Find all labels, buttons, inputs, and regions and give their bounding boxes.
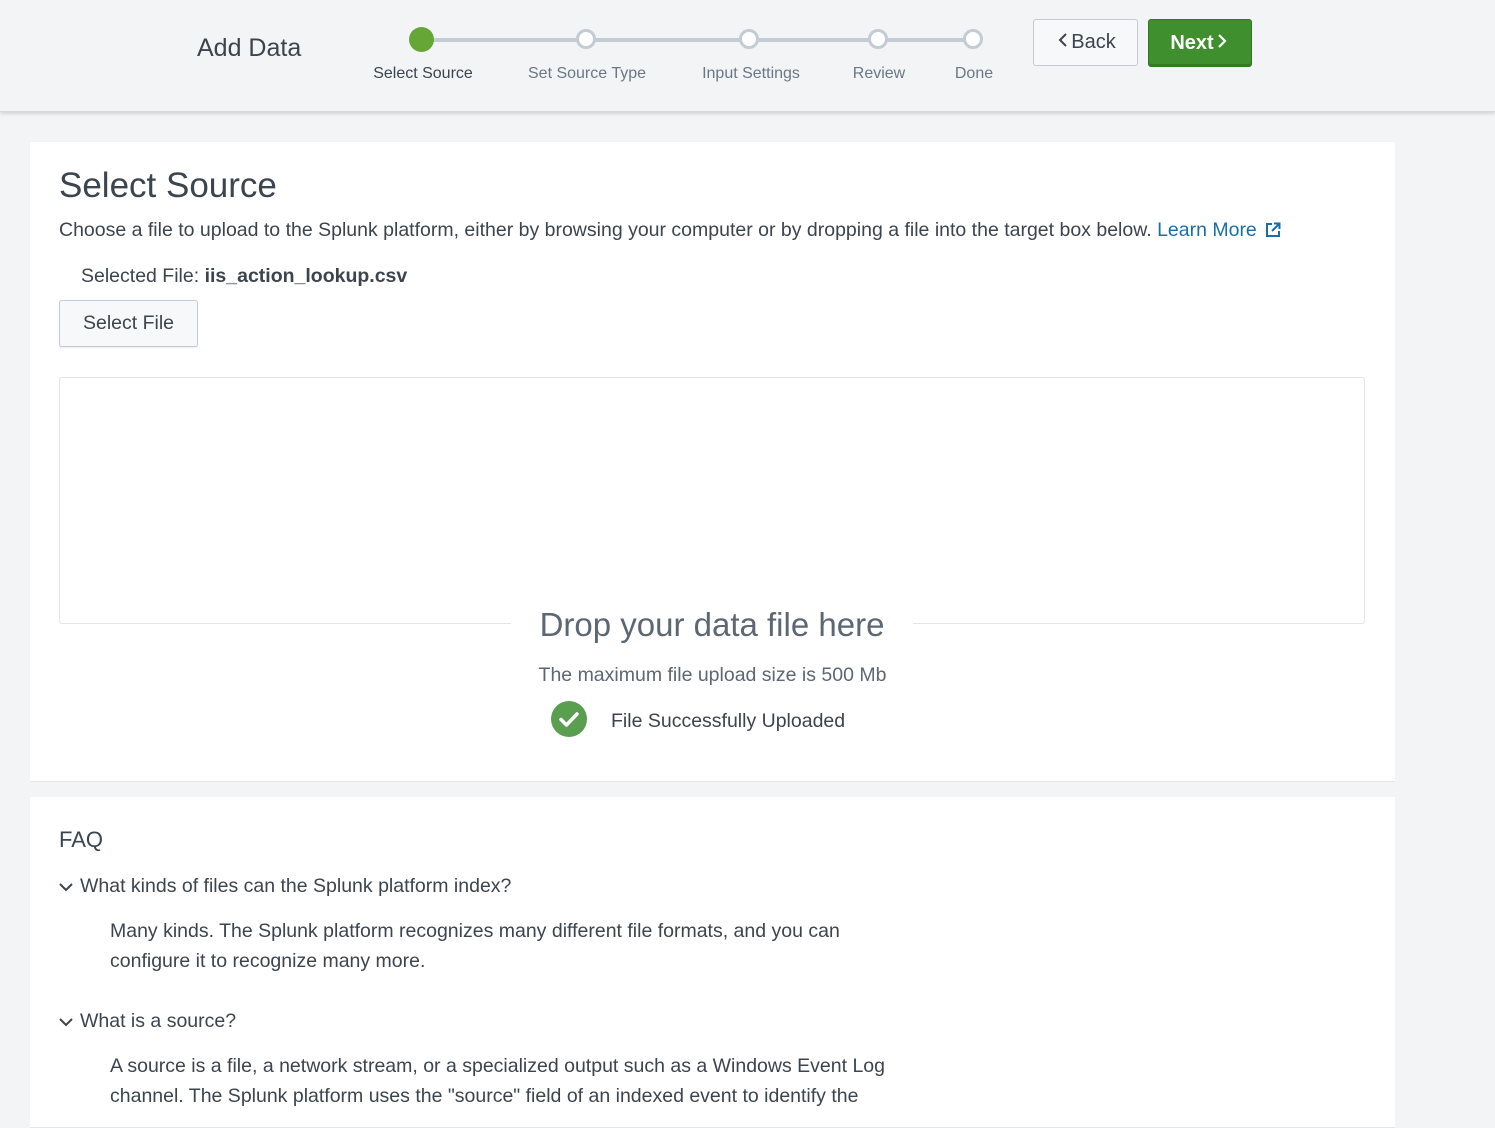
faq-answer-line: A source is a file, a network stream, or… [110, 1055, 885, 1077]
chevron-right-icon [1214, 32, 1230, 55]
description: Choose a file to upload to the Splunk pl… [59, 219, 1281, 244]
selected-file: Selected File: iis_action_lookup.csv [81, 265, 407, 288]
chevron-down-icon [59, 1010, 80, 1033]
step-label-done: Done [954, 65, 994, 82]
faq-panel: FAQ What kinds of files can the Splunk p… [30, 797, 1395, 1128]
step-label-select-source: Select Source [373, 65, 473, 82]
step-dot-review [868, 29, 888, 49]
faq-title: FAQ [59, 827, 104, 852]
section-title: Select Source [59, 166, 277, 205]
faq-question-text: What kinds of files can the Splunk platf… [80, 875, 512, 897]
check-circle-icon [551, 700, 587, 742]
step-dot-set-source-type [576, 29, 596, 49]
selected-file-label: Selected File: [81, 265, 200, 287]
step-label-set-source-type: Set Source Type [528, 65, 646, 82]
external-link-icon [1265, 221, 1281, 244]
step-dot-done [963, 29, 983, 49]
chevron-left-icon [1055, 31, 1071, 54]
faq-question-text: What is a source? [80, 1010, 237, 1032]
faq-answer: A source is a file, a network stream, or… [110, 1051, 940, 1111]
drop-zone-text: Drop your data file here [511, 606, 913, 646]
next-button[interactable]: Next [1148, 19, 1252, 67]
file-drop-zone[interactable] [59, 377, 1365, 624]
faq-answer: Many kinds. The Splunk platform recogniz… [110, 916, 940, 976]
faq-answer-line: configure it to recognize many more. [110, 950, 426, 972]
step-label-input-settings: Input Settings [702, 65, 800, 82]
step-dot-select-source [409, 27, 434, 52]
page-title: Add Data [197, 34, 302, 62]
back-button-label: Back [1071, 31, 1116, 53]
step-dot-input-settings [739, 29, 759, 49]
select-source-panel: Select Source Choose a file to upload to… [30, 142, 1395, 782]
learn-more-link[interactable]: Learn More [1157, 219, 1281, 241]
back-button[interactable]: Back [1033, 19, 1138, 66]
chevron-down-icon [59, 875, 80, 898]
faq-answer-line: channel. The Splunk platform uses the "s… [110, 1085, 859, 1107]
step-track [422, 38, 974, 42]
selected-file-name: iis_action_lookup.csv [204, 265, 408, 287]
learn-more-label: Learn More [1157, 219, 1257, 241]
upload-status: File Successfully Uploaded [551, 700, 846, 742]
upload-status-text: File Successfully Uploaded [611, 709, 846, 732]
next-button-label: Next [1170, 31, 1214, 54]
description-text: Choose a file to upload to the Splunk pl… [59, 219, 1152, 241]
faq-answer-line: Many kinds. The Splunk platform recogniz… [110, 920, 840, 942]
select-file-button[interactable]: Select File [59, 300, 198, 347]
wizard-header: Add Data Select Source Set Source Type I… [0, 0, 1495, 112]
step-label-review: Review [852, 65, 906, 82]
faq-question[interactable]: What kinds of files can the Splunk platf… [59, 875, 511, 898]
max-size-text: The maximum file upload size is 500 Mb [538, 664, 887, 686]
faq-question[interactable]: What is a source? [59, 1010, 236, 1033]
